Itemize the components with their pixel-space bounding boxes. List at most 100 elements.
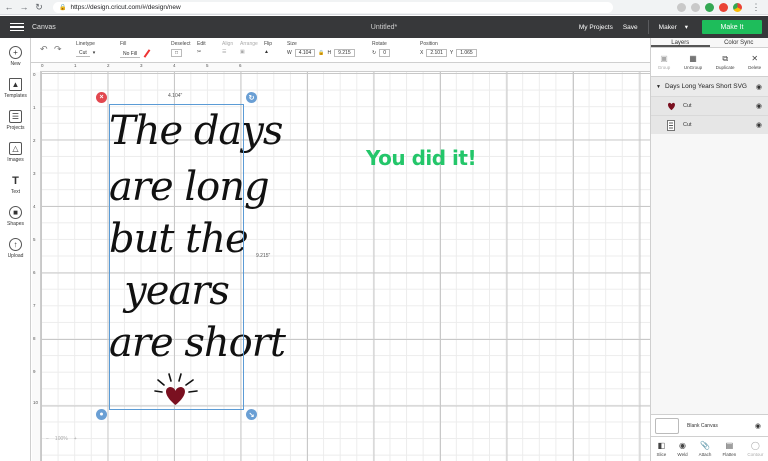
layer-item[interactable]: Cut ◉: [651, 96, 768, 115]
layer-group[interactable]: ▼ Days Long Years Short SVG ◉: [651, 77, 768, 96]
weld-button[interactable]: ◉ Weld: [677, 441, 688, 457]
flatten-button[interactable]: ▤ Flatten: [723, 441, 737, 457]
sidebar-item-new[interactable]: + New: [0, 46, 31, 67]
left-sidebar: + New ▲ Templates ☰ Projects △ Images T …: [0, 38, 31, 461]
linetype-select[interactable]: Cut: [76, 49, 90, 57]
align-icon[interactable]: ☰: [222, 49, 226, 55]
sidebar-item-images[interactable]: △ Images: [0, 142, 31, 163]
extension-icon[interactable]: [691, 2, 700, 12]
sidebar-item-label: New: [10, 61, 21, 67]
zoom-out-icon[interactable]: −: [46, 436, 49, 442]
ungroup-button[interactable]: ▦ UnGroup: [684, 54, 702, 70]
extension-green-icon[interactable]: [705, 2, 714, 12]
address-bar[interactable]: 🔒 https://design.cricut.com/#/design/new: [53, 1, 613, 13]
height-dimension: 9.215": [256, 253, 271, 259]
zoom-in-icon[interactable]: +: [74, 436, 77, 442]
plus-icon: +: [9, 46, 22, 59]
lock-handle-icon[interactable]: ●: [96, 409, 107, 420]
width-label: W: [287, 50, 292, 56]
extension-red-icon[interactable]: [719, 2, 728, 12]
sidebar-item-shapes[interactable]: ■ Shapes: [0, 206, 31, 227]
reload-icon[interactable]: ↻: [33, 1, 45, 13]
lock-ratio-icon[interactable]: 🔒: [318, 50, 324, 56]
group-button[interactable]: ▣ Group: [658, 54, 671, 70]
contour-button[interactable]: ◯ Contour: [747, 441, 763, 457]
sidebar-item-text[interactable]: T Text: [0, 174, 31, 196]
ruler-tick: 5: [206, 63, 209, 68]
weld-label: Weld: [677, 451, 688, 457]
duplicate-label: Duplicate: [715, 64, 735, 70]
rotate-input[interactable]: 0: [379, 49, 390, 57]
horizontal-ruler: 0 1 2 3 4 5 6: [40, 63, 650, 72]
back-icon[interactable]: ←: [3, 1, 15, 13]
make-it-button[interactable]: Make It: [702, 20, 762, 34]
height-input[interactable]: 9.215: [334, 49, 355, 57]
sidebar-item-label: Projects: [6, 125, 25, 131]
trash-icon: ✕: [751, 53, 759, 63]
sidebar-item-upload[interactable]: ↑ Upload: [0, 238, 31, 259]
flip-icon[interactable]: ▲: [264, 49, 269, 55]
sidebar-item-projects[interactable]: ☰ Projects: [0, 110, 31, 131]
y-input[interactable]: 1.065: [456, 49, 477, 57]
tab-color-sync[interactable]: Color Sync: [710, 38, 768, 47]
slice-button[interactable]: ◧ Slice: [657, 440, 667, 457]
linetype-label: Linetype: [76, 41, 95, 47]
blank-canvas-row[interactable]: Blank Canvas ◉: [651, 414, 768, 436]
eye-icon[interactable]: ◉: [756, 83, 762, 91]
ruler-tick: 6: [239, 63, 242, 68]
visibility-icon[interactable]: ◉: [755, 422, 761, 430]
chevron-down-icon: ▾: [684, 24, 688, 31]
heart-thumbnail-icon: [665, 100, 677, 112]
deselect-button[interactable]: □: [171, 49, 183, 57]
delete-button[interactable]: ✕ Delete: [748, 53, 761, 70]
sidebar-item-templates[interactable]: ▲ Templates: [0, 78, 31, 99]
arrange-icon[interactable]: ▣: [240, 49, 245, 55]
shapes-icon: ■: [9, 206, 22, 219]
profile-icon[interactable]: [733, 2, 742, 12]
shirt-icon: ▲: [9, 78, 22, 91]
ruler-tick: 7: [33, 303, 36, 308]
save-link[interactable]: Save: [623, 24, 638, 31]
eye-icon[interactable]: ◉: [756, 102, 762, 110]
pen-icon: [143, 49, 151, 58]
tab-layers[interactable]: Layers: [651, 38, 710, 47]
duplicate-icon: ⧉: [722, 53, 729, 63]
sidebar-item-label: Text: [10, 189, 21, 195]
layer-item[interactable]: Cut ◉: [651, 115, 768, 134]
attach-button[interactable]: 📎 Attach: [699, 441, 712, 457]
eye-icon[interactable]: ◉: [756, 121, 762, 129]
layer-group-name: Days Long Years Short SVG: [664, 83, 747, 90]
ruler-tick: 0: [41, 63, 44, 68]
ruler-tick: 3: [140, 63, 143, 68]
canvas-swatch[interactable]: [655, 417, 679, 434]
ruler-tick: 4: [33, 204, 36, 209]
resize-handle-icon[interactable]: ↘: [246, 409, 257, 420]
width-input[interactable]: 4.104: [294, 49, 316, 57]
divider: [647, 20, 649, 34]
edit-toolbar: ↶ ↷ Linetype Cut ▾ Fill No Fill Deselect …: [0, 38, 650, 63]
forward-icon[interactable]: →: [18, 1, 30, 13]
x-input[interactable]: 2.101: [426, 49, 447, 57]
my-projects-link[interactable]: My Projects: [579, 24, 613, 31]
chevron-down-icon[interactable]: ▼: [656, 84, 661, 90]
delete-handle-icon[interactable]: ×: [96, 92, 107, 103]
vertical-ruler: 0 1 2 3 4 5 6 7 8 9 10: [32, 72, 41, 461]
projects-icon: ☰: [9, 110, 22, 123]
sidebar-item-label: Shapes: [7, 221, 24, 227]
machine-select[interactable]: Maker ▾: [659, 23, 688, 32]
rotate-handle-icon[interactable]: ↻: [246, 92, 257, 103]
star-icon[interactable]: [677, 2, 686, 12]
height-label: H: [327, 50, 332, 56]
panel-bottom-toolbar: ◧ Slice ◉ Weld 📎 Attach ▤ Flatten ◯ Contour: [651, 436, 768, 461]
edit-icon[interactable]: ✂: [197, 49, 201, 55]
fill-select[interactable]: No Fill: [120, 50, 141, 58]
slice-icon: ◧: [657, 440, 666, 450]
more-icon[interactable]: ⋮: [750, 1, 762, 13]
duplicate-button[interactable]: ⧉ Duplicate: [715, 53, 735, 70]
selection-box[interactable]: [109, 104, 244, 410]
undo-icon[interactable]: ↶: [40, 44, 48, 55]
edit-label: Edit: [197, 41, 206, 47]
redo-icon[interactable]: ↷: [54, 44, 62, 55]
sidebar-item-label: Images: [7, 157, 24, 163]
menu-icon[interactable]: [10, 22, 24, 32]
